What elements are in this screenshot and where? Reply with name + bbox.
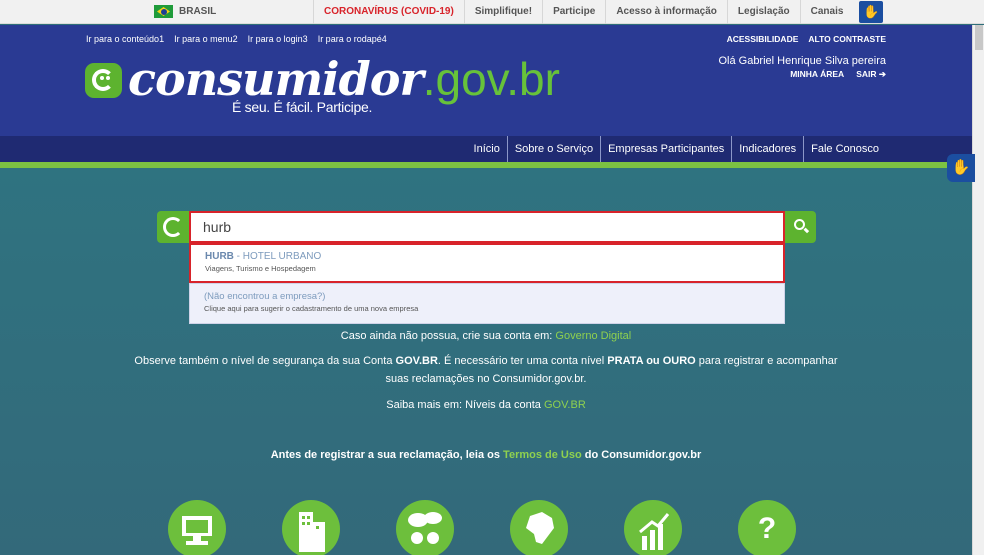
suggest-new-company[interactable]: (Não encontrou a empresa?) Clique aqui p…	[189, 283, 785, 324]
search-button[interactable]	[785, 211, 816, 243]
svg-text:?: ?	[758, 512, 776, 545]
brasil-label: BRASIL	[179, 6, 217, 17]
covid-link[interactable]: CORONAVÍRUS (COVID-19)	[313, 0, 464, 24]
growth-chart-icon[interactable]	[624, 500, 682, 555]
brasil-link[interactable]: BRASIL	[154, 5, 216, 18]
terms-text: Antes de registrar a sua reclamação, lei…	[270, 449, 702, 461]
nav-indicadores[interactable]: Indicadores	[731, 136, 803, 162]
category-icons: ?	[168, 500, 796, 555]
accessibility-link[interactable]: ACESSIBILIDADE	[727, 34, 799, 44]
logout-link[interactable]: SAIR ➔	[856, 69, 886, 80]
account-levels-text: Saiba mais em: Níveis da conta GOV.BR	[386, 399, 586, 411]
skip-menu-link[interactable]: Ir para o menu2	[174, 34, 238, 44]
govbr-levels-link[interactable]: GOV.BR	[544, 399, 586, 411]
logo-domain-text: .gov.br	[422, 53, 560, 105]
brazil-flag-icon	[154, 5, 173, 18]
logout-icon: ➔	[878, 69, 886, 79]
accessibility-links: ACESSIBILIDADE ALTO CONTRASTE	[727, 34, 886, 44]
user-links: MINHA ÁREA SAIR ➔	[790, 69, 886, 80]
computer-icon[interactable]	[168, 500, 226, 555]
create-account-text: Caso ainda não possua, crie sua conta em…	[340, 330, 632, 342]
question-icon[interactable]: ?	[738, 500, 796, 555]
nav-sobre-servico[interactable]: Sobre o Serviço	[506, 136, 600, 162]
skip-footer-link[interactable]: Ir para o rodapé4	[318, 34, 387, 44]
security-level-text-2: suas reclamações no Consumidor.gov.br.	[385, 373, 587, 385]
not-found-subtitle: Clique aqui para sugerir o cadastramento…	[204, 304, 419, 313]
main-nav: Início Sobre o Serviço Empresas Particip…	[0, 136, 972, 162]
nav-inicio[interactable]: Início	[467, 136, 507, 162]
canais-link[interactable]: Canais	[799, 0, 854, 24]
nav-fale-conosco[interactable]: Fale Conosco	[803, 136, 886, 162]
suggestion-item-hurb[interactable]: HURB - HOTEL URBANO Viagens, Turismo e H…	[189, 243, 785, 283]
legislacao-link[interactable]: Legislação	[726, 0, 800, 24]
simplifique-link[interactable]: Simplifique!	[463, 0, 542, 24]
brazil-map-icon[interactable]	[510, 500, 568, 555]
not-found-title: (Não encontrou a empresa?)	[204, 291, 326, 302]
suggestion-category: Viagens, Turismo e Hospedagem	[205, 264, 316, 273]
govbr-links: CORONAVÍRUS (COVID-19) Simplifique! Part…	[313, 0, 889, 24]
skip-content-link[interactable]: Ir para o conteúdo1	[86, 34, 164, 44]
nav-empresas-participantes[interactable]: Empresas Participantes	[600, 136, 731, 162]
chat-people-icon[interactable]	[396, 500, 454, 555]
terms-of-use-link[interactable]: Termos de Uso	[503, 449, 582, 461]
company-search-input[interactable]	[189, 211, 785, 243]
vlibras-widget-icon[interactable]: ✋	[947, 154, 975, 182]
search-brand-icon	[157, 211, 189, 243]
building-icon[interactable]	[282, 500, 340, 555]
site-tagline: É seu. É fácil. Participe.	[232, 99, 373, 115]
security-level-text: Observe também o nível de segurança da s…	[134, 355, 838, 367]
sign-language-icon[interactable]: ✋	[859, 1, 884, 23]
acesso-informacao-link[interactable]: Acesso à informação	[605, 0, 727, 24]
skip-links: Ir para o conteúdo1 Ir para o menu2 Ir p…	[86, 34, 387, 44]
skip-login-link[interactable]: Ir para o login3	[248, 34, 308, 44]
high-contrast-link[interactable]: ALTO CONTRASTE	[808, 34, 886, 44]
logo-main-text: consumidor	[128, 52, 424, 106]
participe-link[interactable]: Participe	[542, 0, 605, 24]
my-area-link[interactable]: MINHA ÁREA	[790, 69, 844, 80]
user-greeting: Olá Gabriel Henrique Silva pereira	[718, 55, 886, 67]
site-header: Ir para o conteúdo1 Ir para o menu2 Ir p…	[0, 25, 972, 136]
governo-digital-link[interactable]: Governo Digital	[555, 330, 631, 342]
consumidor-logo-icon[interactable]	[85, 63, 122, 98]
search-suggestions: HURB - HOTEL URBANO Viagens, Turismo e H…	[189, 243, 785, 324]
govbr-top-bar: BRASIL CORONAVÍRUS (COVID-19) Simplifiqu…	[0, 0, 984, 24]
page-scrollbar[interactable]	[972, 25, 984, 555]
